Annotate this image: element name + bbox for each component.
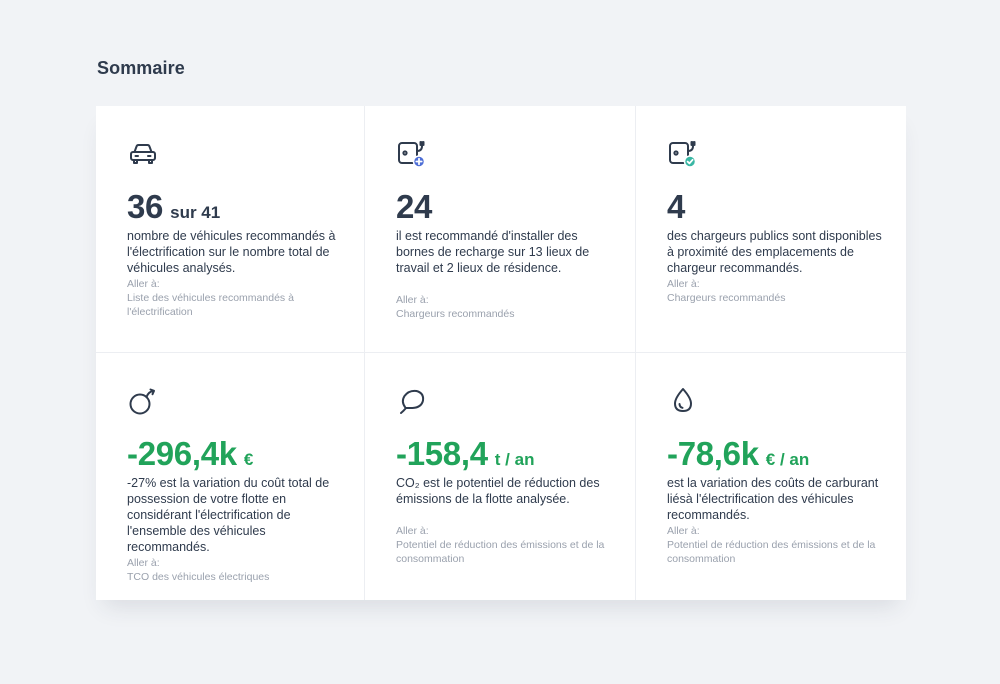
metric-description: des chargeurs publics sont disponibles à… [667, 229, 882, 275]
metric-value: -78,6k [667, 435, 759, 472]
metric-value-line: 36 sur 41 [127, 190, 344, 223]
metric-unit: sur 41 [170, 203, 221, 222]
goto-link[interactable]: Aller à: Chargeurs recommandés [667, 277, 886, 305]
metric-description: nombre de véhicules recommandés à l'élec… [127, 229, 336, 275]
metric-description: est la variation des coûts de carburant … [667, 476, 879, 522]
charger-add-icon [396, 138, 428, 170]
fuel-drop-icon [667, 385, 699, 417]
summary-tile-emissions: -158,4 t / an CO₂ est le potentiel de ré… [365, 353, 636, 600]
metric-value-line: -296,4k € [127, 437, 344, 470]
metric-unit: € / an [765, 450, 810, 469]
charger-check-icon [667, 138, 699, 170]
goto-target[interactable]: Potentiel de réduction des émissions et … [667, 538, 886, 566]
metric-value: -296,4k [127, 435, 237, 472]
goto-label: Aller à: [667, 278, 700, 290]
metric-value: 24 [396, 188, 433, 225]
metric-unit: € [243, 450, 254, 469]
goto-link[interactable]: Aller à: Potentiel de réduction des émis… [667, 524, 886, 566]
metric-value: 36 [127, 188, 164, 225]
metric-description: CO₂ est le potentiel de réduction des ém… [396, 476, 600, 506]
leaf-icon [396, 385, 428, 417]
summary-tile-fuel-costs: -78,6k € / an est la variation des coûts… [636, 353, 906, 600]
summary-tile-tco: -296,4k € -27% est la variation du coût … [96, 353, 365, 600]
metric-value-line: 24 [396, 190, 615, 223]
metric-description: il est recommandé d'installer des bornes… [396, 229, 590, 275]
goto-target[interactable]: Chargeurs recommandés [667, 291, 886, 305]
goto-label: Aller à: [396, 294, 429, 306]
summary-tile-recommended-chargers: 24 il est recommandé d'installer des bor… [365, 106, 636, 353]
coin-icon [127, 385, 159, 417]
metric-unit: t / an [494, 450, 535, 469]
summary-card: 36 sur 41 nombre de véhicules recommandé… [96, 106, 906, 600]
summary-tile-public-chargers: 4 des chargeurs publics sont disponibles… [636, 106, 906, 353]
goto-label: Aller à: [127, 557, 160, 569]
goto-target[interactable]: Potentiel de réduction des émissions et … [396, 538, 615, 566]
metric-description: -27% est la variation du coût total de p… [127, 476, 330, 554]
goto-target[interactable]: TCO des véhicules électriques [127, 570, 344, 584]
metric-value: -158,4 [396, 435, 488, 472]
metric-value-line: -78,6k € / an [667, 437, 886, 470]
metric-value-line: -158,4 t / an [396, 437, 615, 470]
goto-link[interactable]: Aller à: Liste des véhicules recommandés… [127, 277, 344, 319]
metric-value: 4 [667, 188, 686, 225]
car-icon [127, 138, 159, 170]
goto-link[interactable]: Aller à: Potentiel de réduction des émis… [396, 524, 615, 566]
goto-link[interactable]: Aller à: TCO des véhicules électriques [127, 556, 344, 584]
metric-value-line: 4 [667, 190, 886, 223]
goto-label: Aller à: [396, 525, 429, 537]
page-title: Sommaire [97, 58, 185, 78]
goto-target[interactable]: Chargeurs recommandés [396, 307, 615, 321]
goto-label: Aller à: [127, 278, 160, 290]
goto-target[interactable]: Liste des véhicules recommandés à l'élec… [127, 291, 344, 319]
summary-tile-vehicles: 36 sur 41 nombre de véhicules recommandé… [96, 106, 365, 353]
goto-link[interactable]: Aller à: Chargeurs recommandés [396, 293, 615, 321]
goto-label: Aller à: [667, 525, 700, 537]
